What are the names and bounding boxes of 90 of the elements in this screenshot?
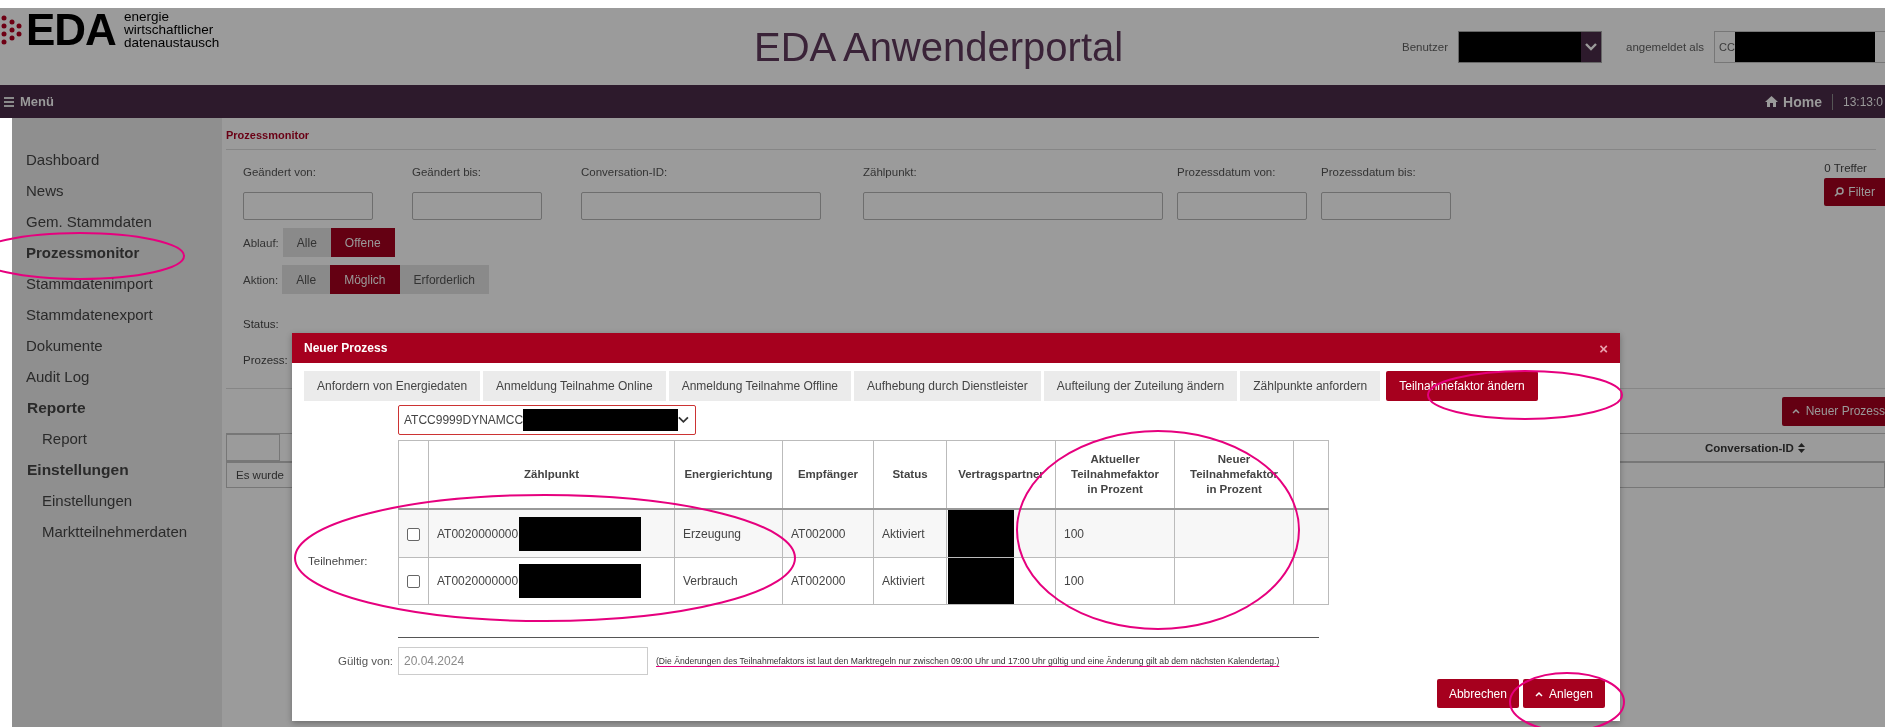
create-button[interactable]: Anlegen <box>1522 679 1605 708</box>
status-label: Status: <box>243 318 279 330</box>
process-tab[interactable]: Aufteilung der Zuteilung ändern <box>1043 371 1238 401</box>
close-button[interactable]: × <box>1599 339 1608 357</box>
chevron-down-icon <box>1581 31 1601 62</box>
dialog-title: Neuer Prozess <box>304 341 388 355</box>
sidebar-item[interactable]: Stammdatenexport <box>12 299 222 330</box>
toggle-button[interactable]: Offene <box>330 228 395 257</box>
valid-from-label: Gültig von: <box>337 655 394 667</box>
breadcrumb: Prozessmonitor <box>226 118 1876 150</box>
sidebar-item[interactable]: Dokumente <box>12 330 222 361</box>
caret-icon <box>1534 690 1543 697</box>
sidebar-item[interactable]: Gem. Stammdaten <box>12 206 222 237</box>
toggle-button[interactable]: Alle <box>282 265 331 294</box>
sort-icon <box>1797 442 1805 453</box>
redacted-block <box>948 510 1014 557</box>
logo-tagline: wirtschaftlicher <box>123 23 215 36</box>
filter-input[interactable] <box>863 192 1163 220</box>
filter-input[interactable] <box>581 192 821 220</box>
date-field[interactable]: 20.04.2024 <box>398 647 648 675</box>
filter-input[interactable] <box>1321 192 1451 220</box>
process-tab[interactable]: Teilnahmefaktor ändern <box>1386 371 1538 401</box>
sidebar-item[interactable]: Einstellungen <box>12 485 222 516</box>
filter-input[interactable] <box>243 192 373 220</box>
table-cell: Aktiviert <box>873 557 947 605</box>
filter-input[interactable] <box>1177 192 1307 220</box>
table-cell: Aktiviert <box>873 509 947 558</box>
participant-select[interactable]: ATCC9999DYNAMCC <box>398 405 696 435</box>
user-label: Benutzer <box>1401 40 1448 53</box>
row-checkbox[interactable] <box>407 527 420 541</box>
user-select[interactable] <box>1458 30 1602 63</box>
logo-tagline: datenaustausch <box>123 36 220 49</box>
process-label: Prozess: <box>243 354 288 366</box>
process-tab[interactable]: Aufhebung durch Dienstleister <box>854 371 1041 401</box>
account-select[interactable]: CC <box>1714 30 1885 63</box>
filter-label: Prozessdatum bis: <box>1321 166 1417 178</box>
table-cell: 100 <box>1055 557 1175 605</box>
sidebar-item[interactable]: Stammdatenimport <box>12 268 222 299</box>
table-cell: AT002000 <box>782 557 874 605</box>
table-cell: Verbrauch <box>674 557 783 605</box>
filter-label: Prozessdatum von: <box>1177 166 1277 178</box>
new-process-button[interactable]: Neuer Prozess <box>1781 396 1885 426</box>
filter-input[interactable] <box>412 192 542 220</box>
logo-tagline: energie <box>123 10 169 23</box>
table-cell: Erzeugung <box>674 509 783 558</box>
toggle-label: Ablauf: <box>243 236 279 249</box>
filter-label: Zählpunkt: <box>863 166 918 178</box>
clock-time: 13:13:0 <box>1842 94 1883 109</box>
sidebar-item[interactable]: Marktteilnehmerdaten <box>12 516 222 547</box>
filter-button[interactable]: Filter <box>1824 178 1885 206</box>
toggle-button[interactable]: Möglich <box>330 265 400 294</box>
sidebar-item[interactable]: News <box>12 175 222 206</box>
cancel-button[interactable]: Abbrechen <box>1436 679 1519 708</box>
table-cell: AT0020000000 <box>437 574 519 588</box>
sidebar-item[interactable]: Prozessmonitor <box>12 237 222 268</box>
toggle-button[interactable]: Alle <box>282 228 331 257</box>
logo-text: EDA <box>26 8 116 52</box>
logged-in-label: angemeldet als <box>1626 40 1704 53</box>
table-cell: 100 <box>1055 509 1175 558</box>
sidebar-item[interactable]: Audit Log <box>12 361 222 392</box>
menu-button[interactable]: Menü <box>0 94 54 109</box>
empty-message: Es wurde <box>235 469 284 481</box>
hit-count: 0 Treffer <box>1824 162 1867 174</box>
process-tab[interactable]: Anmeldung Teilnahme Online <box>483 371 666 401</box>
row-checkbox[interactable] <box>407 575 420 589</box>
redacted-block <box>948 558 1014 604</box>
process-tab[interactable]: Zählpunkte anfordern <box>1240 371 1381 401</box>
portal-title: EDA Anwenderportal <box>754 25 1124 70</box>
table-cell: AT0020000000 <box>437 526 519 541</box>
search-icon <box>1834 187 1845 197</box>
table-cell: AT002000 <box>782 509 874 558</box>
toggle-label: Aktion: <box>243 273 279 286</box>
sidebar-heading: Reporte <box>26 398 87 418</box>
process-tab[interactable]: Anmeldung Teilnahme Offline <box>668 371 851 401</box>
filter-label: Conversation-ID: <box>581 166 669 178</box>
filter-label: Geändert von: <box>243 166 317 178</box>
toggle-button[interactable]: Erforderlich <box>399 265 489 294</box>
home-link[interactable]: Home <box>1765 93 1833 110</box>
sidebar-item[interactable]: Report <box>12 423 222 454</box>
home-icon <box>1765 96 1779 107</box>
sidebar-item[interactable]: Dashboard <box>12 144 222 175</box>
participants-label: Teilnehmer: <box>307 555 369 567</box>
process-tab[interactable]: Anfordern von Energiedaten <box>304 371 481 401</box>
menu-icon <box>4 96 14 107</box>
column-header[interactable]: Conversation-ID <box>1699 434 1885 461</box>
filter-label: Geändert bis: <box>412 166 483 178</box>
sidebar-heading: Einstellungen <box>26 460 130 480</box>
chevron-down-icon <box>678 416 689 424</box>
hint-text: (Die Änderungen des Teilnahmefaktors ist laut den Marktregeln nur zwischen 09:00 Uhr und 17:00 Uhr gültig und eine Änderung gilt ab dem nächsten Kalendertag.) <box>656 656 1280 666</box>
caret-icon <box>1791 408 1800 414</box>
